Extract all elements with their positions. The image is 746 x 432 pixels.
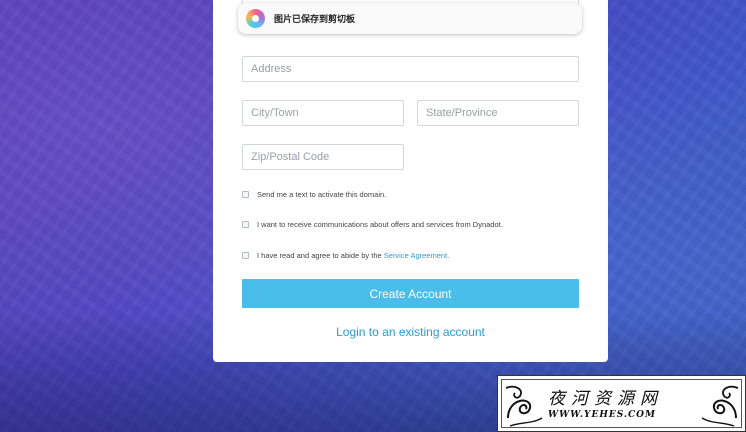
create-account-button[interactable]: Create Account <box>242 279 579 308</box>
watermark-title: 夜河资源网 <box>548 389 663 409</box>
address-field[interactable] <box>242 56 579 82</box>
agreement-label-prefix: I have read and agree to abide by the <box>257 251 384 260</box>
service-agreement-link[interactable]: Service Agreement <box>384 251 447 260</box>
signup-form-card: Send me a text to activate this domain. … <box>213 0 608 362</box>
right-ornament-icon <box>701 385 739 427</box>
left-ornament-icon <box>505 385 543 427</box>
zip-field[interactable] <box>242 144 404 170</box>
communications-checkbox[interactable] <box>242 221 249 228</box>
watermark-badge: 夜河资源网 WWW.YEHES.COM <box>497 375 746 432</box>
login-existing-account-link[interactable]: Login to an existing account <box>213 325 608 339</box>
watermark-url: WWW.YEHES.COM <box>548 410 656 420</box>
communications-option: I want to receive communications about o… <box>242 220 503 229</box>
communications-label: I want to receive communications about o… <box>257 220 503 229</box>
agreement-option: I have read and agree to abide by the Se… <box>242 251 449 260</box>
agreement-label-suffix: . <box>447 251 450 260</box>
state-field[interactable] <box>417 100 579 126</box>
sms-activation-checkbox[interactable] <box>242 191 249 198</box>
city-field[interactable] <box>242 100 404 126</box>
sms-activation-option: Send me a text to activate this domain. <box>242 190 386 199</box>
toast-message: 图片已保存到剪切板 <box>274 14 356 24</box>
agreement-checkbox[interactable] <box>242 252 249 259</box>
photo-app-icon <box>246 9 265 28</box>
clipboard-toast: 图片已保存到剪切板 <box>238 3 582 34</box>
sms-activation-label: Send me a text to activate this domain. <box>257 190 387 199</box>
